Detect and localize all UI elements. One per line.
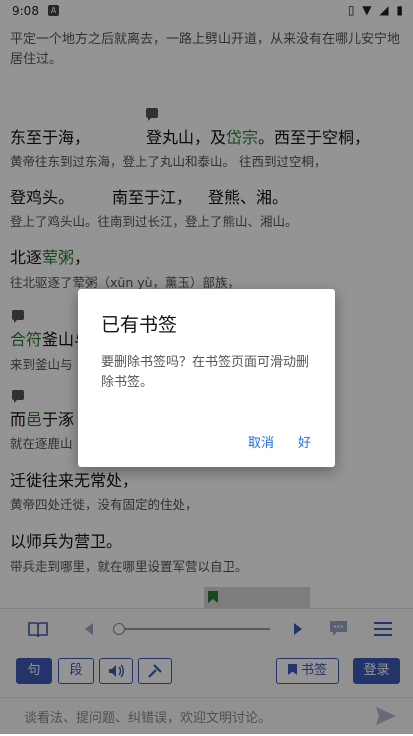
ok-button[interactable]: 好	[298, 432, 311, 451]
dialog-title: 已有书签	[101, 314, 178, 336]
dialog-message: 要删除书签吗？在书签页面可滑动删除书签。	[101, 355, 310, 390]
bookmark-dialog: 已有书签 要删除书签吗？在书签页面可滑动删除书签。 取消 好	[78, 289, 335, 467]
cancel-button[interactable]: 取消	[248, 432, 274, 451]
